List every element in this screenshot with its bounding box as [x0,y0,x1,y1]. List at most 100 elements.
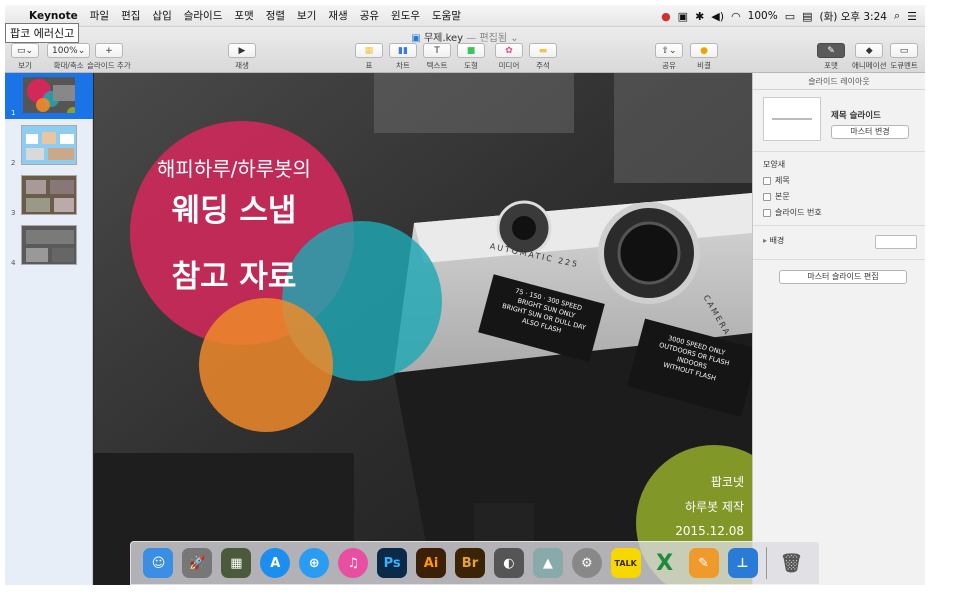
plus-icon: + [105,45,113,56]
tips-control: ● 비결 [690,43,718,71]
master-change-button[interactable]: 마스터 변경 [831,125,909,139]
illustrator-icon[interactable]: Ai [416,548,447,578]
menu-slide[interactable]: 슬라이드 [178,8,229,23]
format-inspector: 슬라이드 레이아웃 제목 슬라이드 마스터 변경 모양새 제목 본문 슬라이드 … [752,73,925,585]
slide-title-line-3[interactable]: 참고 자료 [114,251,354,296]
disclosure-triangle-icon[interactable]: ▸ [763,236,767,245]
table-icon: ▦ [364,45,374,56]
divider [753,225,925,226]
keynote-icon[interactable]: ⊥ [727,548,758,578]
menu-arrange[interactable]: 정렬 [260,8,291,23]
layout-name: 제목 슬라이드 [831,111,881,121]
menu-bar: Keynote 파일 편집 삽입 슬라이드 포맷 정렬 보기 재생 공유 윈도우… [5,5,925,27]
launchpad-icon[interactable]: 🚀 [182,548,213,578]
slide-title-line-2[interactable]: 웨딩 스냅 [114,185,354,230]
share-button[interactable]: ⇧⌄ [655,43,683,58]
inspector-header[interactable]: 슬라이드 레이아웃 [753,73,925,90]
thumbnail-image [21,75,77,115]
background-color-well[interactable] [875,235,917,249]
preview-icon[interactable]: ▲ [532,548,563,578]
slide-number-checkbox[interactable] [763,208,771,217]
menu-insert[interactable]: 삽입 [146,8,177,23]
kakaotalk-icon[interactable]: TALK [610,548,641,578]
comment-button[interactable]: ▬ [529,43,557,58]
clock[interactable]: (화) 오후 3:24 [820,9,887,24]
layout-preview[interactable] [763,97,821,141]
edit-master-slide-button[interactable]: 마스터 슬라이드 편집 [779,270,907,284]
slide-canvas[interactable]: AUTOMATIC 225 CAMERA 75 · 150 · 300 SPEE… [94,73,752,585]
bridge-icon[interactable]: Br [454,548,485,578]
add-slide-control: + 슬라이드 추가 [87,43,131,71]
thumbnail-art [22,126,76,164]
share-control: ⇧⌄ 공유 [655,43,683,71]
shape-button[interactable]: ■ [457,43,485,58]
lightroom-icon[interactable]: ◐ [493,548,524,578]
media-button[interactable]: ✿ [495,43,523,58]
menu-play[interactable]: 재생 [322,8,353,23]
slide-thumbnail-2[interactable]: 2 [5,123,93,169]
photoshop-icon[interactable]: Ps [377,548,408,578]
format-button[interactable]: ✎ [817,43,845,58]
finder-icon[interactable]: ☺ [143,548,174,578]
system-preferences-icon[interactable]: ⚙ [571,548,602,578]
layout-section: 제목 슬라이드 마스터 변경 [763,97,917,145]
menu-help[interactable]: 도움말 [426,8,467,23]
title-checkbox[interactable] [763,176,771,185]
play-button[interactable]: ▶ [228,43,256,58]
menu-format[interactable]: 포맷 [228,8,259,23]
shape-icon: ■ [466,45,476,56]
menu-edit[interactable]: 편집 [115,8,146,23]
slide-thumbnail-3[interactable]: 3 [5,173,93,219]
trash-icon[interactable]: 🗑 [776,548,806,578]
slide-thumbnail-4[interactable]: 4 [5,223,93,269]
menu-share[interactable]: 공유 [354,8,385,23]
zoom-select[interactable]: 100% ⌄ [47,43,91,58]
title-checkbox-row[interactable]: 제목 [763,175,917,186]
bluetooth-status-icon[interactable]: ✱ [695,10,704,23]
menu-window[interactable]: 윈도우 [385,8,426,23]
thumbnail-image [21,175,77,215]
clipboard-status-icon[interactable]: ▣ [678,10,688,23]
chart-button[interactable]: ▮▮ [389,43,417,58]
appearance-label: 모양새 [763,160,786,169]
slide-number-checkbox-row[interactable]: 슬라이드 번호 [763,207,917,218]
body-checkbox[interactable] [763,192,771,201]
pages-icon[interactable]: ✎ [688,548,719,578]
background-section: ▸ 배경 [763,235,917,251]
zoom-control: 100% ⌄ 확대/축소 [47,43,91,71]
insert-comment-control: ▬ 주석 [529,43,557,71]
tips-button[interactable]: ● [690,43,718,58]
body-checkbox-row[interactable]: 본문 [763,191,917,202]
menu-view[interactable]: 보기 [291,8,322,23]
safari-icon[interactable]: ⊕ [299,548,330,578]
excel-icon[interactable]: X [650,548,680,578]
input-source-icon[interactable]: ▤ [802,10,812,23]
view-button[interactable]: ▭⌄ [11,43,39,58]
text-button[interactable]: T [423,43,451,58]
menu-file[interactable]: 파일 [84,8,115,23]
tooltip: 팝코 에러신고 [5,23,80,43]
thumbnail-image [21,125,77,165]
battery-icon[interactable]: ▭ [785,10,795,23]
itunes-icon[interactable]: ♫ [338,548,369,578]
document-icon: ▭ [899,45,909,56]
table-button[interactable]: ▦ [355,43,383,58]
divider [753,151,925,152]
add-slide-button[interactable]: + [94,43,123,58]
slide-thumbnail-1[interactable]: 1 [5,73,93,119]
mission-control-icon[interactable]: ▦ [221,548,252,578]
wifi-icon[interactable]: ◠ [731,10,741,23]
slide-title-line-1[interactable]: 해피하루/하루봇의 [114,153,354,182]
slide-date[interactable]: 2015.12.08 [654,524,744,538]
document-button[interactable]: ▭ [890,43,918,58]
kakao-status-icon[interactable]: ● [661,10,671,23]
slide-author-line-2[interactable]: 하루봇 제작 [654,498,744,515]
spotlight-search-icon[interactable]: ⌕ [894,9,900,23]
volume-icon[interactable]: ◀) [711,10,724,23]
menu-app-name[interactable]: Keynote [23,10,84,22]
document-control: ▭ 도큐멘트 [890,43,918,71]
animate-button[interactable]: ◆ [855,43,884,58]
notification-center-icon[interactable]: ☰ [907,10,917,23]
app-store-icon[interactable]: A [260,548,291,578]
slide-author-line-1[interactable]: 팝코넷 [654,473,744,490]
